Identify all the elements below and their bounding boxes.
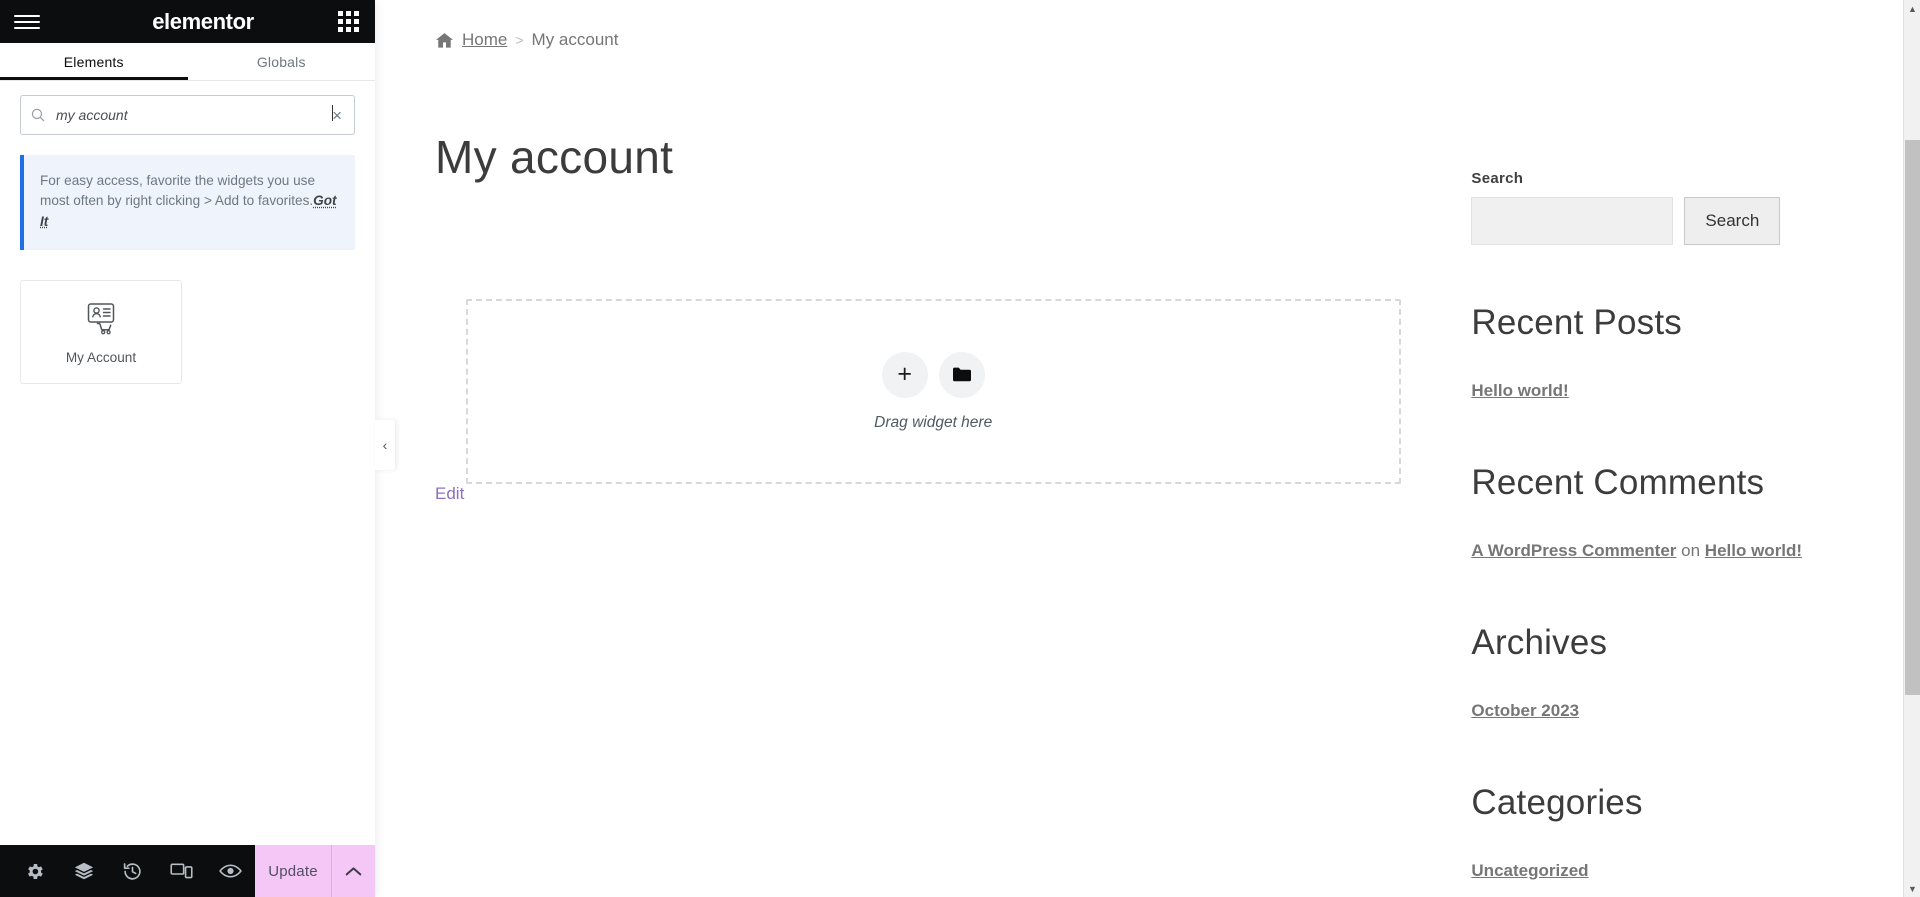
wp-sidebar: Search Search Recent Posts Hello world! … xyxy=(1471,30,1860,897)
editor-bottom-bar: Update xyxy=(0,845,375,897)
preview-canvas: Home > My account My account + Drag widg… xyxy=(375,0,1920,897)
elementor-editor: elementor Elements Globals my account × … xyxy=(0,0,1920,897)
comment-post-link[interactable]: Hello world! xyxy=(1705,541,1802,560)
recent-posts-title: Recent Posts xyxy=(1471,303,1682,342)
edit-link[interactable]: Edit xyxy=(435,484,464,503)
folder-icon xyxy=(952,367,971,382)
recent-comment-item: A WordPress Commenter on Hello world! xyxy=(1471,537,1860,565)
elementor-logo: elementor xyxy=(152,8,254,34)
sidebar-widget-search: Search Search xyxy=(1471,170,1860,245)
archives-title: Archives xyxy=(1471,623,1608,663)
apps-grid-icon[interactable] xyxy=(337,11,359,32)
content-column: Home > My account My account + Drag widg… xyxy=(435,30,1471,897)
scrollbar-thumb[interactable] xyxy=(1905,140,1920,695)
sidebar-search-input[interactable] xyxy=(1471,197,1674,245)
my-account-icon xyxy=(87,303,115,335)
bottom-bar-icons xyxy=(0,845,255,897)
widget-card-my-account[interactable]: My Account xyxy=(20,280,182,385)
editor-panel: elementor Elements Globals my account × … xyxy=(0,0,375,897)
panel-header: elementor xyxy=(0,0,375,43)
home-icon xyxy=(436,32,453,48)
canvas-scrollbar[interactable]: ▲ ▼ xyxy=(1903,0,1920,897)
tab-elements[interactable]: Elements xyxy=(0,43,188,80)
scroll-down-arrow[interactable]: ▼ xyxy=(1904,880,1920,897)
collapse-panel-handle[interactable]: ‹ xyxy=(375,420,395,470)
panel-body: my account × For easy access, favorite t… xyxy=(0,81,375,897)
navigator-layers-icon[interactable] xyxy=(59,845,108,897)
recent-comments-title: Recent Comments xyxy=(1471,463,1765,503)
favorites-notice: For easy access, favorite the widgets yo… xyxy=(20,155,355,251)
search-widget-title: Search xyxy=(1471,170,1524,187)
notice-text: For easy access, favorite the widgets yo… xyxy=(40,173,316,209)
responsive-mode-icon[interactable] xyxy=(157,845,206,897)
sidebar-widget-categories: Categories Uncategorized xyxy=(1471,783,1860,885)
sidebar-widget-archives: Archives October 2023 xyxy=(1471,623,1860,725)
widget-card-label: My Account xyxy=(65,350,137,366)
update-button[interactable]: Update xyxy=(255,845,331,897)
dropzone-buttons: + xyxy=(881,351,985,398)
sidebar-widget-recent-posts: Recent Posts Hello world! xyxy=(1471,303,1860,405)
breadcrumb: Home > My account xyxy=(435,30,1431,50)
category-link[interactable]: Uncategorized xyxy=(1471,857,1588,885)
search-icon xyxy=(31,108,45,122)
comment-on-text: on xyxy=(1681,541,1701,561)
categories-title: Categories xyxy=(1471,783,1643,823)
panel-tabs: Elements Globals xyxy=(0,43,375,81)
search-widget-box[interactable]: my account × xyxy=(20,95,355,135)
add-template-button[interactable] xyxy=(938,351,985,398)
update-options-chevron-up-icon[interactable] xyxy=(330,845,375,897)
dropzone-hint: Drag widget here xyxy=(874,413,993,431)
widget-dropzone[interactable]: + Drag widget here xyxy=(465,299,1401,484)
plus-icon: + xyxy=(897,360,912,388)
preview-eye-icon[interactable] xyxy=(206,845,255,897)
hamburger-icon[interactable] xyxy=(14,14,40,29)
archive-link[interactable]: October 2023 xyxy=(1471,697,1579,725)
breadcrumb-separator: > xyxy=(515,32,524,48)
breadcrumb-home-link[interactable]: Home xyxy=(462,30,507,50)
page-title: My account xyxy=(435,131,674,183)
search-input[interactable]: my account xyxy=(56,105,334,123)
comment-author-link[interactable]: A WordPress Commenter xyxy=(1471,541,1676,560)
sidebar-widget-recent-comments: Recent Comments A WordPress Commenter on… xyxy=(1471,463,1860,565)
tab-globals[interactable]: Globals xyxy=(188,43,376,80)
history-icon[interactable] xyxy=(108,845,157,897)
add-widget-button[interactable]: + xyxy=(881,351,928,398)
widget-list: My Account xyxy=(20,280,355,385)
breadcrumb-current: My account xyxy=(531,30,619,49)
sidebar-search-button[interactable]: Search xyxy=(1684,197,1781,245)
scroll-up-arrow[interactable]: ▲ xyxy=(1904,0,1920,17)
recent-post-link[interactable]: Hello world! xyxy=(1471,377,1568,405)
settings-gear-icon[interactable] xyxy=(10,845,59,897)
